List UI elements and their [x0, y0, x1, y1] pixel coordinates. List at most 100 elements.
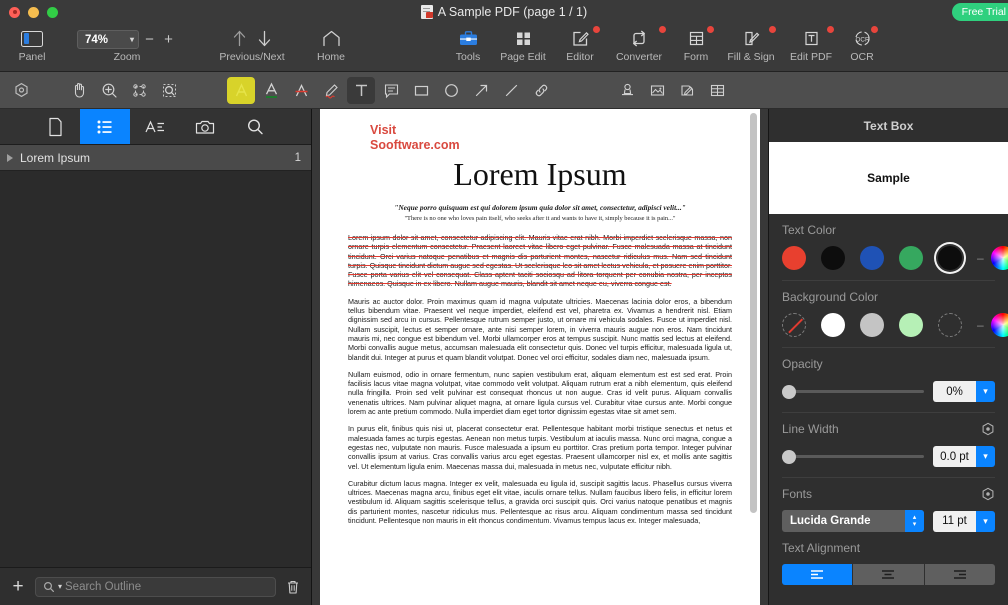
zoom-out-button[interactable]: − [141, 31, 158, 48]
pdf-page[interactable]: Visit Sooftware.com Lorem Ipsum "Neque p… [320, 109, 760, 605]
font-size-value: 11 pt [933, 510, 976, 532]
search-icon [247, 118, 263, 134]
form-notification-badge [706, 25, 715, 34]
text-color-swatch-green[interactable] [899, 246, 923, 270]
zoom-in-icon[interactable] [95, 77, 123, 104]
text-color-swatch-black[interactable] [821, 246, 845, 270]
close-button[interactable] [9, 6, 20, 18]
disclosure-triangle-icon[interactable] [7, 153, 13, 162]
delete-outline-button[interactable] [285, 579, 301, 595]
select-area-icon[interactable] [125, 77, 153, 104]
sidebar-tabs [0, 109, 311, 145]
stepper-arrows-icon[interactable]: ▴ ▾ [905, 510, 924, 532]
form-button[interactable]: Form [672, 24, 720, 63]
align-left-button[interactable] [782, 564, 854, 585]
opacity-slider-knob[interactable] [782, 384, 796, 399]
tools-button[interactable]: Tools [444, 24, 492, 63]
zoom-in-button[interactable]: + [160, 31, 177, 48]
visit-line-2: Sooftware.com [370, 138, 460, 152]
image-icon[interactable] [643, 77, 671, 104]
editor-button[interactable]: Editor [554, 24, 606, 63]
free-trial-badge[interactable]: Free Trial [951, 3, 1008, 21]
panel-icon [21, 30, 43, 47]
text-color-swatch-red[interactable] [782, 246, 806, 270]
sidebar-item-snapshot[interactable] [180, 109, 230, 144]
text-color-swatch-blue[interactable] [860, 246, 884, 270]
opacity-slider[interactable] [782, 384, 924, 399]
edit-pdf-button[interactable]: Edit PDF [782, 24, 840, 63]
document-viewer[interactable]: Visit Sooftware.com Lorem Ipsum "Neque p… [312, 109, 768, 605]
text-color-swatch-selected[interactable] [938, 246, 962, 270]
search-input[interactable] [65, 580, 268, 593]
line-icon[interactable] [497, 77, 525, 104]
sidebar-item-annotations[interactable] [130, 109, 180, 144]
chevron-down-icon[interactable]: ▾ [976, 446, 995, 467]
note-icon[interactable] [377, 77, 405, 104]
line-width-slider[interactable] [782, 449, 924, 464]
line-width-stepper[interactable]: 0.0 pt ▾ [933, 446, 995, 467]
line-width-slider-knob[interactable] [782, 449, 796, 464]
font-family-select[interactable]: Lucida Grande ▴ ▾ [782, 510, 924, 532]
chevron-down-icon[interactable]: ▾ [976, 381, 995, 402]
align-right-button[interactable] [924, 564, 995, 585]
opacity-stepper[interactable]: 0% ▾ [933, 381, 995, 402]
page-scrollbar[interactable] [750, 113, 757, 513]
paragraph-struck: Lorem ipsum dolor sit amet, consectetur … [348, 233, 732, 289]
panel-toggle-button[interactable]: Panel [12, 24, 52, 63]
fonts-target-icon[interactable] [981, 487, 995, 501]
home-button[interactable]: Home [304, 24, 358, 63]
background-color-swatch-white[interactable] [821, 313, 845, 337]
ellipse-icon[interactable] [437, 77, 465, 104]
minimize-button[interactable] [28, 6, 39, 18]
chevron-down-icon[interactable]: ▾ [976, 510, 995, 532]
arrow-icon[interactable] [467, 77, 495, 104]
chevron-down-icon[interactable]: ▾ [58, 582, 62, 591]
line-width-value: 0.0 pt [933, 446, 976, 467]
fill-sign-notification-badge [768, 25, 777, 34]
settings-gear-icon[interactable] [7, 77, 35, 104]
converter-button[interactable]: Converter [606, 24, 672, 63]
rectangle-icon[interactable] [407, 77, 435, 104]
underline-icon[interactable] [257, 77, 285, 104]
sidebar-item-search[interactable] [230, 109, 280, 144]
list-item[interactable]: Lorem Ipsum 1 [0, 145, 311, 171]
background-color-swatch-none[interactable] [782, 313, 806, 337]
font-size-stepper[interactable]: 11 pt ▾ [933, 510, 995, 532]
background-color-wheel[interactable] [990, 313, 1008, 337]
background-color-swatch-custom[interactable] [938, 313, 962, 337]
line-width-target-icon[interactable] [981, 422, 995, 436]
pdf-file-icon [420, 5, 433, 19]
ocr-button[interactable]: OCR OCR [840, 24, 884, 63]
arrow-down-icon[interactable] [256, 29, 273, 48]
outline-search-field[interactable]: ▾ [35, 576, 276, 597]
text-color-wheel[interactable] [990, 246, 1008, 270]
text-box-tool-icon[interactable] [347, 76, 375, 104]
page-edit-button[interactable]: Page Edit [492, 24, 554, 63]
stamp-icon[interactable] [613, 77, 641, 104]
table-icon[interactable] [703, 77, 731, 104]
highlight-icon[interactable] [227, 76, 255, 104]
arrow-up-icon[interactable] [231, 29, 248, 48]
fill-sign-button[interactable]: Fill & Sign [720, 24, 782, 63]
zoom-level-select[interactable]: 74% ▾ [77, 30, 139, 49]
paragraph: Curabitur dictum lacus magna. Integer ex… [348, 478, 732, 526]
hand-icon[interactable] [65, 77, 93, 104]
text-alignment-label: Text Alignment [782, 541, 861, 555]
add-outline-button[interactable]: + [10, 577, 26, 596]
opacity-value: 0% [933, 381, 976, 402]
background-color-swatch-gray[interactable] [860, 313, 884, 337]
link-icon[interactable] [527, 77, 555, 104]
signature-icon[interactable] [673, 77, 701, 104]
fonts-section: Fonts Lucida Grande ▴ ▾ 11 pt ▾ [769, 478, 1008, 532]
sidebar-item-outline[interactable] [80, 109, 130, 144]
maximize-button[interactable] [47, 6, 58, 18]
background-color-swatch-lightgreen[interactable] [899, 313, 923, 337]
align-center-button[interactable] [853, 564, 925, 585]
edit-pdf-label: Edit PDF [789, 51, 832, 63]
squiggly-icon[interactable] [317, 77, 345, 104]
strikethrough-icon[interactable] [287, 77, 315, 104]
marquee-zoom-icon[interactable] [155, 77, 183, 104]
sidebar-item-thumbnails[interactable] [30, 109, 80, 144]
pdf-editor-window: A Sample PDF (page 1 / 1) Free Trial Pan… [0, 0, 1008, 605]
inspector-panel: Text Box Sample Text Color – Background … [768, 109, 1008, 605]
